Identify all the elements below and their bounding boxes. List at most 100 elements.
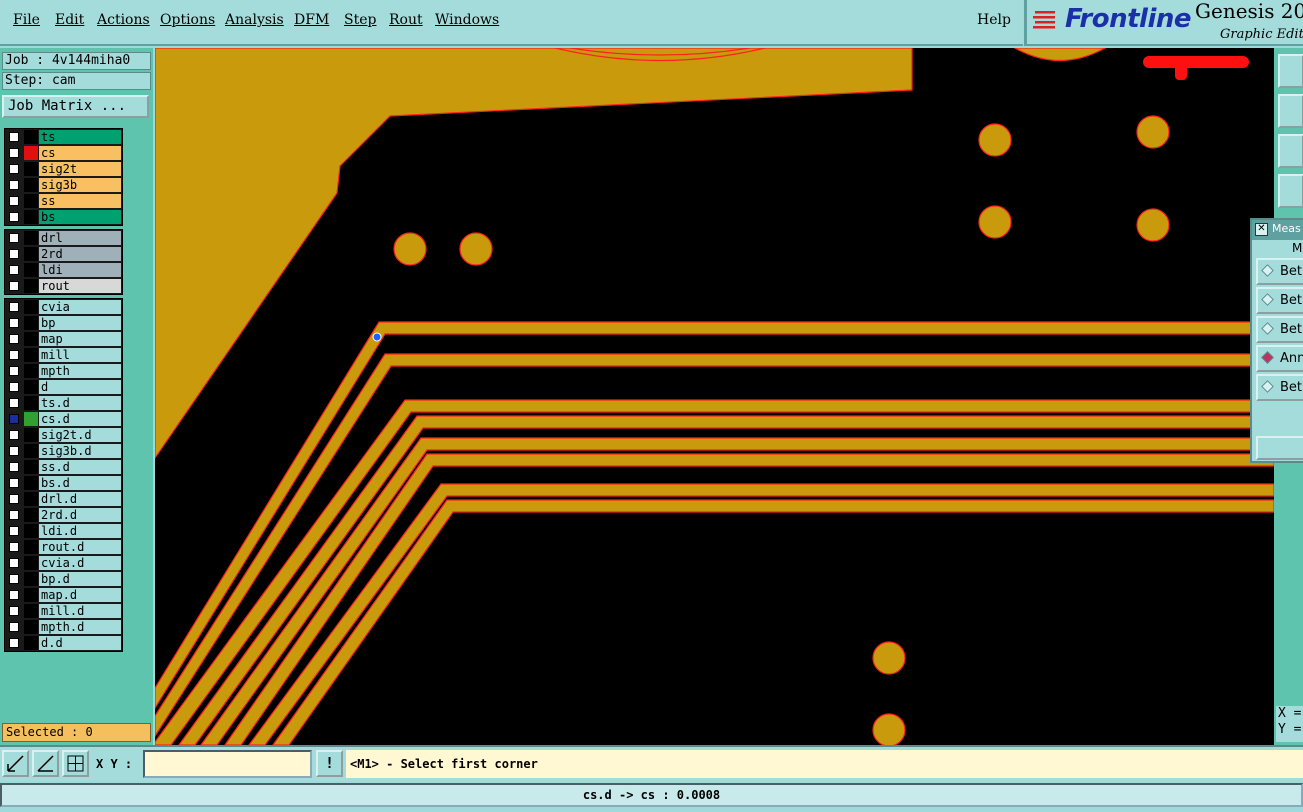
layer-checkbox[interactable] bbox=[9, 606, 19, 616]
layer-row-drl[interactable]: drl bbox=[5, 230, 122, 246]
layer-color-swatch bbox=[24, 588, 38, 602]
layer-checkbox[interactable] bbox=[9, 265, 19, 275]
alert-icon[interactable]: ! bbox=[316, 750, 343, 777]
layer-row-d[interactable]: d bbox=[5, 379, 122, 395]
layer-checkbox[interactable] bbox=[9, 164, 19, 174]
layer-row-ts-d[interactable]: ts.d bbox=[5, 395, 122, 411]
layer-checkbox[interactable] bbox=[9, 622, 19, 632]
layer-checkbox[interactable] bbox=[9, 350, 19, 360]
marker-stem bbox=[1175, 56, 1187, 80]
layer-checkbox[interactable] bbox=[9, 212, 19, 222]
grid-tool-icon[interactable] bbox=[62, 750, 89, 777]
pcb-artwork[interactable] bbox=[155, 48, 1274, 745]
layer-row-mill-d[interactable]: mill.d bbox=[5, 603, 122, 619]
layer-row-bp-d[interactable]: bp.d bbox=[5, 571, 122, 587]
layer-row-drl-d[interactable]: drl.d bbox=[5, 491, 122, 507]
measure-option[interactable]: Bet bbox=[1256, 374, 1303, 401]
measure-option-active[interactable]: Ann bbox=[1256, 345, 1303, 372]
menu-file[interactable]: File bbox=[13, 12, 40, 28]
layer-row-cs-d[interactable]: cs.d bbox=[5, 411, 122, 427]
layer-row-2rd-d[interactable]: 2rd.d bbox=[5, 507, 122, 523]
snap-tool-icon[interactable] bbox=[2, 750, 29, 777]
menu-rout[interactable]: Rout bbox=[389, 12, 423, 28]
layer-row-rout-d[interactable]: rout.d bbox=[5, 539, 122, 555]
layer-checkbox[interactable] bbox=[9, 132, 19, 142]
layer-row-sig2t[interactable]: sig2t bbox=[5, 161, 122, 177]
graphic-canvas[interactable] bbox=[155, 48, 1274, 745]
layer-row-bp[interactable]: bp bbox=[5, 315, 122, 331]
layer-row-rout[interactable]: rout bbox=[5, 278, 122, 294]
layer-checkbox[interactable] bbox=[9, 334, 19, 344]
layer-row-map-d[interactable]: map.d bbox=[5, 587, 122, 603]
layer-row-mpth[interactable]: mpth bbox=[5, 363, 122, 379]
layer-row-d-d[interactable]: d.d bbox=[5, 635, 122, 651]
measure-tool-icon[interactable] bbox=[1278, 174, 1303, 208]
layer-checkbox[interactable] bbox=[9, 478, 19, 488]
layer-checkbox[interactable] bbox=[9, 196, 19, 206]
layer-checkbox[interactable] bbox=[9, 590, 19, 600]
measure-option[interactable]: Bet bbox=[1256, 287, 1303, 314]
layer-checkbox[interactable] bbox=[9, 318, 19, 328]
menu-windows[interactable]: Windows bbox=[435, 12, 499, 28]
measure-close-button[interactable] bbox=[1256, 436, 1303, 460]
layer-checkbox[interactable] bbox=[9, 148, 19, 158]
layer-checkbox[interactable] bbox=[9, 558, 19, 568]
layer-checkbox[interactable] bbox=[9, 302, 19, 312]
layer-row-sig3b-d[interactable]: sig3b.d bbox=[5, 443, 122, 459]
layer-checkbox[interactable] bbox=[9, 281, 19, 291]
layer-color-swatch bbox=[24, 396, 38, 410]
close-icon[interactable]: ✕ bbox=[1255, 223, 1268, 236]
layer-checkbox[interactable] bbox=[9, 446, 19, 456]
menu-analysis[interactable]: Analysis bbox=[225, 12, 284, 28]
layer-checkbox[interactable] bbox=[9, 542, 19, 552]
layer-checkbox[interactable] bbox=[9, 526, 19, 536]
layer-color-swatch bbox=[24, 178, 38, 192]
layer-checkbox[interactable] bbox=[9, 414, 19, 424]
measure-option[interactable]: Bet bbox=[1256, 258, 1303, 285]
layer-row-sig2t-d[interactable]: sig2t.d bbox=[5, 427, 122, 443]
layer-row-ldi-d[interactable]: ldi.d bbox=[5, 523, 122, 539]
menu-actions[interactable]: Actions bbox=[97, 12, 150, 28]
layer-checkbox[interactable] bbox=[9, 382, 19, 392]
layer-checkbox[interactable] bbox=[9, 462, 19, 472]
layer-checkbox[interactable] bbox=[9, 574, 19, 584]
layer-row-bs[interactable]: bs bbox=[5, 209, 122, 225]
layer-checkbox[interactable] bbox=[9, 510, 19, 520]
layer-checkbox[interactable] bbox=[9, 430, 19, 440]
angle-tool-icon[interactable] bbox=[32, 750, 59, 777]
layer-row-ts[interactable]: ts bbox=[5, 129, 122, 145]
job-matrix-button[interactable]: Job Matrix ... bbox=[2, 95, 149, 118]
menu-step[interactable]: Step bbox=[344, 12, 376, 28]
layer-checkbox[interactable] bbox=[9, 180, 19, 190]
layer-name: bp.d bbox=[39, 572, 121, 586]
layer-checkbox[interactable] bbox=[9, 494, 19, 504]
layer-row-ss-d[interactable]: ss.d bbox=[5, 459, 122, 475]
layer-checkbox[interactable] bbox=[9, 366, 19, 376]
layer-row-bs-d[interactable]: bs.d bbox=[5, 475, 122, 491]
fit-view-icon[interactable] bbox=[1278, 134, 1303, 168]
layer-row-sig3b[interactable]: sig3b bbox=[5, 177, 122, 193]
pan-icon[interactable] bbox=[1278, 94, 1303, 128]
layer-row-mpth-d[interactable]: mpth.d bbox=[5, 619, 122, 635]
layer-row-cs[interactable]: cs bbox=[5, 145, 122, 161]
zoom-home-icon[interactable] bbox=[1278, 54, 1303, 88]
measure-option[interactable]: Bet bbox=[1256, 316, 1303, 343]
layer-row-ldi[interactable]: ldi bbox=[5, 262, 122, 278]
xy-label: X Y : bbox=[96, 757, 133, 771]
menu-options[interactable]: Options bbox=[160, 12, 215, 28]
layer-row-2rd[interactable]: 2rd bbox=[5, 246, 122, 262]
layer-row-mill[interactable]: mill bbox=[5, 347, 122, 363]
layer-row-map[interactable]: map bbox=[5, 331, 122, 347]
layer-row-ss[interactable]: ss bbox=[5, 193, 122, 209]
menu-edit[interactable]: Edit bbox=[55, 12, 84, 28]
layer-row-cvia[interactable]: cvia bbox=[5, 299, 122, 315]
layer-name: cvia.d bbox=[39, 556, 121, 570]
layer-checkbox[interactable] bbox=[9, 233, 19, 243]
xy-input[interactable] bbox=[143, 750, 312, 778]
layer-checkbox[interactable] bbox=[9, 638, 19, 648]
layer-checkbox[interactable] bbox=[9, 249, 19, 259]
layer-row-cvia-d[interactable]: cvia.d bbox=[5, 555, 122, 571]
menu-help[interactable]: Help bbox=[977, 12, 1011, 28]
menu-dfm[interactable]: DFM bbox=[294, 12, 329, 28]
layer-checkbox[interactable] bbox=[9, 398, 19, 408]
